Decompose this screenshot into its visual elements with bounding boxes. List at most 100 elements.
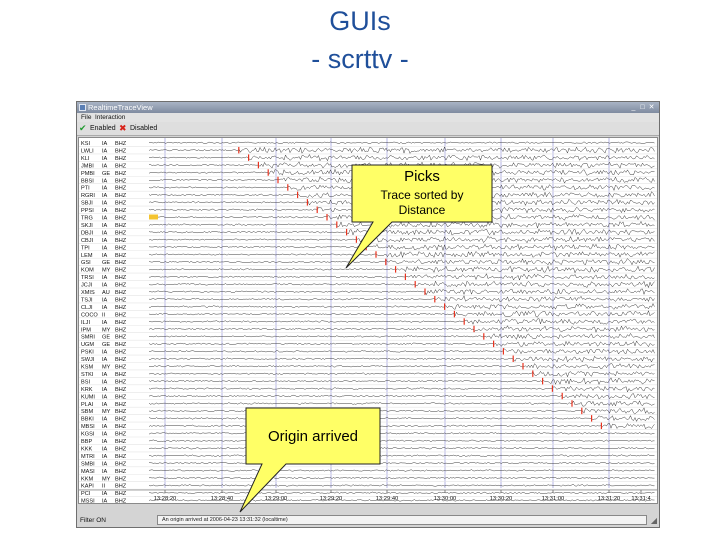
network-code: AU <box>102 290 110 296</box>
network-code: GE <box>102 260 110 266</box>
channel-code: BHZ <box>115 469 127 475</box>
waveform-trace <box>148 220 655 229</box>
statusbar: Filter ON An origin arrived at 2006-04-2… <box>77 514 659 527</box>
network-code: IA <box>102 432 108 438</box>
time-tick-label: 13:30:00 <box>434 496 457 502</box>
network-code: IA <box>102 208 108 214</box>
channel-code: BHZ <box>115 461 127 467</box>
station-code: ILJI <box>81 320 90 326</box>
enabled-tab[interactable]: ✔ Enabled <box>79 123 116 134</box>
channel-code: BHZ <box>115 230 127 236</box>
waveform-trace <box>148 491 655 495</box>
station-code: PTI <box>81 186 90 192</box>
time-tick-label: 13:28:40 <box>211 496 234 502</box>
resize-grip-icon[interactable]: ◢ <box>651 516 657 525</box>
channel-code: BHZ <box>115 432 127 438</box>
channel-code: BHZ <box>115 320 127 326</box>
network-code: IA <box>102 387 108 393</box>
waveform-trace <box>148 146 655 154</box>
checkmark-icon: ✔ <box>79 123 87 133</box>
station-code: KLI <box>81 156 90 162</box>
network-code: IA <box>102 424 108 430</box>
waveform-trace <box>148 454 655 457</box>
waveform-trace <box>148 355 655 363</box>
waveform-trace <box>148 476 655 480</box>
minimize-icon[interactable]: _ <box>629 103 638 112</box>
station-code: BSI <box>81 379 90 385</box>
channel-code: BHZ <box>115 283 127 289</box>
waveform-trace <box>148 484 655 487</box>
channel-code: BHZ <box>115 141 127 147</box>
station-code: PPSI <box>81 208 94 214</box>
channel-code: BHZ <box>115 342 127 348</box>
channel-code: BHZ <box>115 156 127 162</box>
network-code: IA <box>102 394 108 400</box>
waveform-trace <box>148 228 655 236</box>
network-code: MY <box>102 409 111 415</box>
picks-callout-line2: Distance <box>398 203 446 217</box>
station-code: KSM <box>81 365 93 371</box>
station-code: DBJI <box>81 230 94 236</box>
station-code: KKM <box>81 476 93 482</box>
network-code: IA <box>102 223 108 229</box>
waveform-trace <box>148 318 655 325</box>
disabled-tab[interactable]: ✖ Disabled <box>119 123 157 134</box>
station-code: MTRI <box>81 454 95 460</box>
waveform-trace <box>148 243 655 252</box>
station-code: MSSI <box>81 499 95 503</box>
network-code: IA <box>102 186 108 192</box>
network-code: IA <box>102 141 108 147</box>
station-code: BBSI <box>81 178 94 184</box>
network-code: IA <box>102 379 108 385</box>
station-code: JMBI <box>81 163 94 169</box>
slide-title-line1: GUIs <box>329 6 391 36</box>
waveform-trace <box>148 280 655 289</box>
waveform-trace <box>148 370 655 378</box>
network-code: IA <box>102 499 108 503</box>
channel-code: BHZ <box>115 223 127 229</box>
time-tick-label: 13:31:4 <box>631 496 651 502</box>
waveform-trace <box>148 258 655 266</box>
time-tick-label: 13:31:00 <box>542 496 565 502</box>
menu-interaction[interactable]: Interaction <box>95 113 125 122</box>
channel-code: BHZ <box>115 357 127 363</box>
channel-code: BHZ <box>115 268 127 274</box>
station-code: KGSI <box>81 432 95 438</box>
waveform-trace <box>148 446 655 450</box>
window-titlebar[interactable]: RealtimeTraceView _ □ ✕ <box>77 102 659 113</box>
station-code: KOM <box>81 268 94 274</box>
network-code: IA <box>102 446 108 452</box>
channel-code: BHZ <box>115 245 127 251</box>
menu-file[interactable]: File <box>81 113 91 122</box>
station-code: CBJI <box>81 238 94 244</box>
waveform-trace <box>148 288 655 296</box>
network-code: MY <box>102 268 111 274</box>
station-code: LEM <box>81 253 93 259</box>
station-code: JCJI <box>81 283 93 289</box>
network-code: IA <box>102 201 108 207</box>
network-code: IA <box>102 245 108 251</box>
channel-code: BHZ <box>115 216 127 222</box>
menubar: File Interaction <box>77 113 659 122</box>
waveform-trace <box>148 432 655 435</box>
channel-code: BHZ <box>115 327 127 333</box>
channel-code: BHZ <box>115 365 127 371</box>
maximize-icon[interactable]: □ <box>638 103 647 112</box>
network-code: GE <box>102 342 110 348</box>
network-code: IA <box>102 297 108 303</box>
waveform-trace <box>148 273 655 281</box>
channel-code: BHZ <box>115 454 127 460</box>
slide-title-line2: - scrttv - <box>311 44 409 74</box>
station-code: STKI <box>81 372 94 378</box>
close-icon[interactable]: ✕ <box>647 103 656 112</box>
enabled-tab-label: Enabled <box>90 125 116 132</box>
waveform-trace <box>148 415 655 422</box>
station-code: SKJI <box>81 223 93 229</box>
channel-code: BHZ <box>115 193 127 199</box>
channel-code: BHZ <box>115 208 127 214</box>
filter-status: Filter ON <box>80 517 106 524</box>
station-code: TPI <box>81 245 90 251</box>
network-code: IA <box>102 163 108 169</box>
channel-code: BHZ <box>115 186 127 192</box>
channel-code: BHZ <box>115 253 127 259</box>
